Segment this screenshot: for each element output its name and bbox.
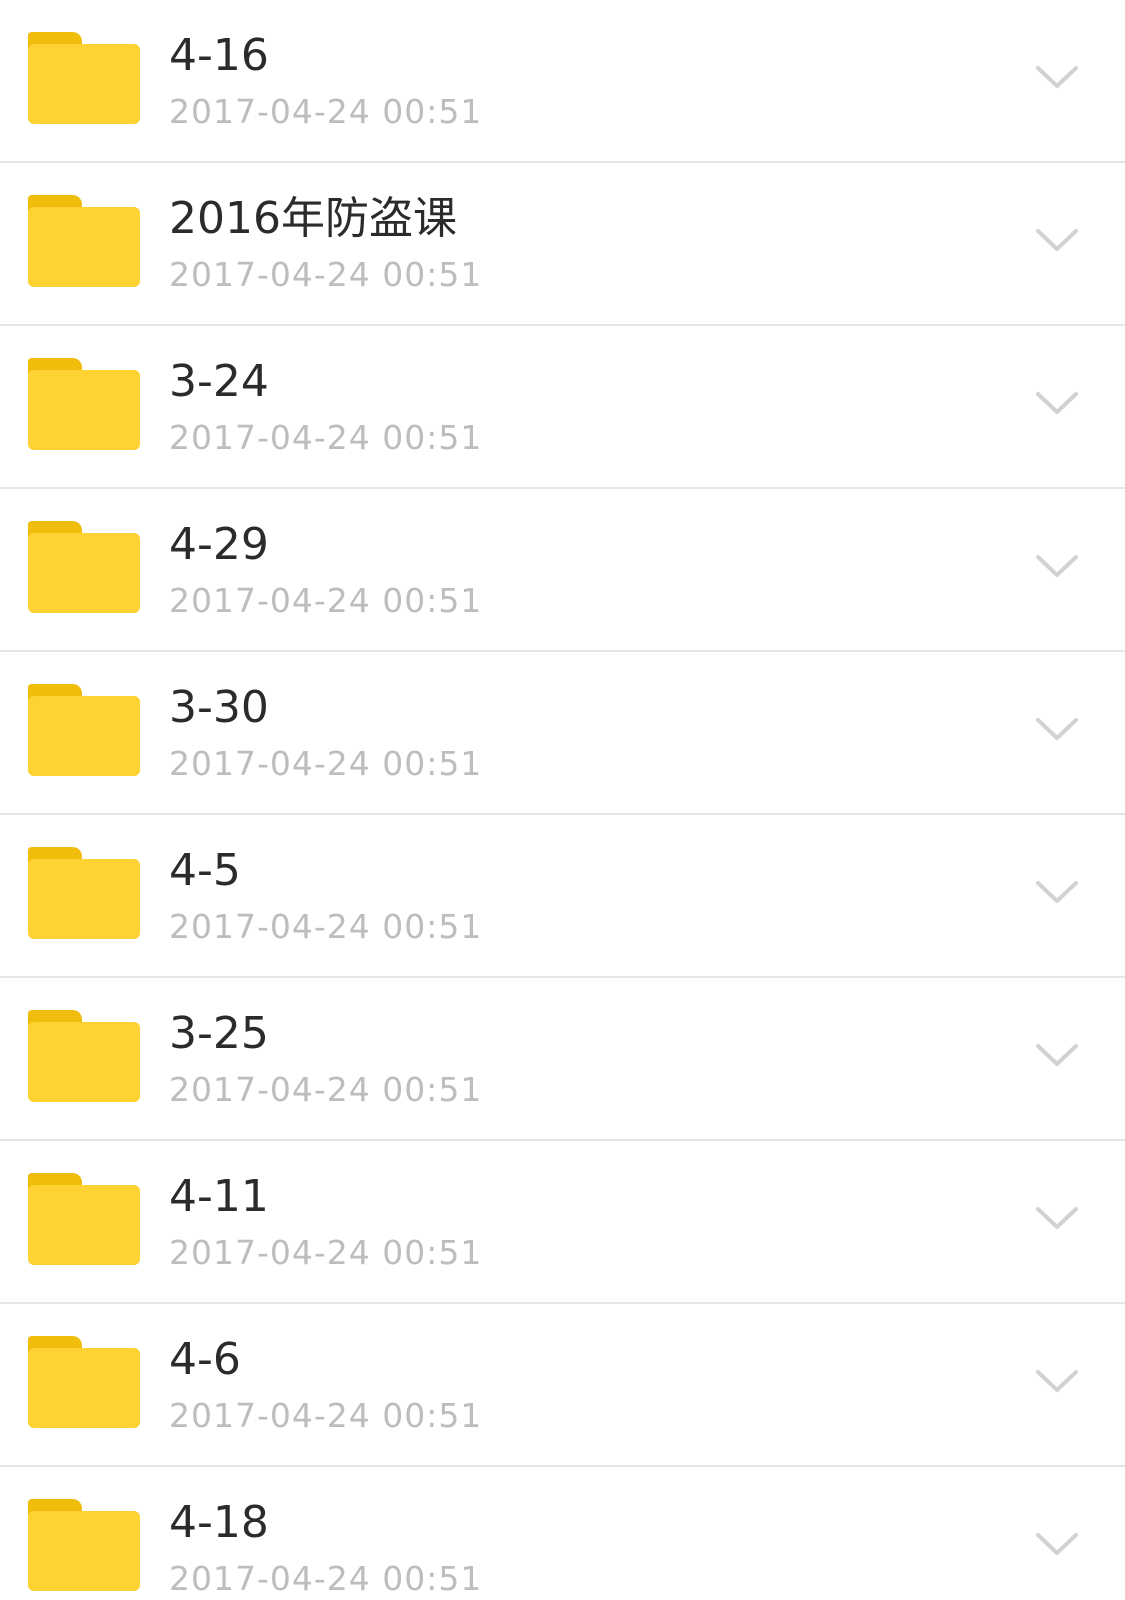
file-date: 2017-04-24 00:51 [169,1396,483,1435]
file-row[interactable]: 4-5 2017-04-24 00:51 [0,815,1125,978]
folder-icon [28,684,140,776]
chevron-down-icon[interactable] [1034,60,1080,94]
folder-icon [28,1173,140,1265]
file-name: 3-24 [169,356,269,407]
folder-icon [28,32,140,124]
file-date: 2017-04-24 00:51 [169,907,483,946]
file-row[interactable]: 3-30 2017-04-24 00:51 [0,652,1125,815]
chevron-down-icon[interactable] [1034,712,1080,746]
folder-icon [28,847,140,939]
file-date: 2017-04-24 00:51 [169,92,483,131]
file-date: 2017-04-24 00:51 [169,255,483,294]
file-date: 2017-04-24 00:51 [169,1233,483,1272]
chevron-down-icon[interactable] [1034,1201,1080,1235]
folder-icon [28,1010,140,1102]
chevron-down-icon[interactable] [1034,386,1080,420]
file-name: 4-29 [169,519,269,570]
chevron-down-icon[interactable] [1034,549,1080,583]
file-name: 4-5 [169,845,241,896]
file-row[interactable]: 4-6 2017-04-24 00:51 [0,1304,1125,1467]
chevron-down-icon[interactable] [1034,1527,1080,1561]
chevron-down-icon[interactable] [1034,1364,1080,1398]
file-row[interactable]: 3-24 2017-04-24 00:51 [0,326,1125,489]
file-row[interactable]: 4-18 2017-04-24 00:51 [0,1467,1125,1600]
file-name: 4-11 [169,1171,269,1222]
file-name: 4-16 [169,30,269,81]
file-row[interactable]: 3-25 2017-04-24 00:51 [0,978,1125,1141]
file-date: 2017-04-24 00:51 [169,744,483,783]
chevron-down-icon[interactable] [1034,875,1080,909]
file-date: 2017-04-24 00:51 [169,1070,483,1109]
file-row[interactable]: 4-16 2017-04-24 00:51 [0,0,1125,163]
file-name: 3-30 [169,682,269,733]
file-name: 4-6 [169,1334,241,1385]
file-name: 4-18 [169,1497,269,1548]
file-list: 4-16 2017-04-24 00:51 2016年防盗课 2017-04-2… [0,0,1125,1600]
file-name: 2016年防盗课 [169,193,457,244]
file-date: 2017-04-24 00:51 [169,1559,483,1598]
file-date: 2017-04-24 00:51 [169,418,483,457]
folder-icon [28,1499,140,1591]
folder-icon [28,521,140,613]
file-row[interactable]: 2016年防盗课 2017-04-24 00:51 [0,163,1125,326]
file-date: 2017-04-24 00:51 [169,581,483,620]
folder-icon [28,1336,140,1428]
chevron-down-icon[interactable] [1034,223,1080,257]
chevron-down-icon[interactable] [1034,1038,1080,1072]
folder-icon [28,358,140,450]
folder-icon [28,195,140,287]
file-row[interactable]: 4-29 2017-04-24 00:51 [0,489,1125,652]
file-row[interactable]: 4-11 2017-04-24 00:51 [0,1141,1125,1304]
file-name: 3-25 [169,1008,269,1059]
